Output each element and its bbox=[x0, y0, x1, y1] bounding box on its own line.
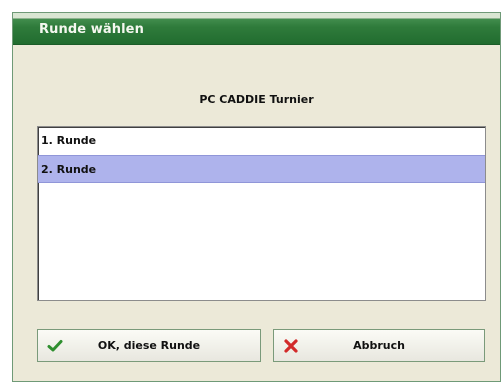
list-item-round-1[interactable]: 1. Runde bbox=[38, 127, 485, 155]
titlebar-top-strip bbox=[13, 13, 500, 19]
list-item-round-2[interactable]: 2. Runde bbox=[38, 155, 485, 183]
tournament-name: PC CADDIE Turnier bbox=[199, 93, 314, 106]
round-list[interactable]: 1. Runde 2. Runde bbox=[37, 126, 486, 301]
round-select-dialog: Runde wählen PC CADDIE Turnier 1. Runde … bbox=[12, 12, 501, 382]
ok-button[interactable]: OK, diese Runde bbox=[37, 329, 261, 362]
cancel-button-label: Abbruch bbox=[353, 339, 405, 352]
ok-button-label: OK, diese Runde bbox=[97, 339, 201, 352]
cancel-button[interactable]: Abbruch bbox=[273, 329, 485, 362]
dialog-title: Runde wählen bbox=[39, 22, 144, 37]
titlebar[interactable]: Runde wählen bbox=[13, 13, 500, 45]
